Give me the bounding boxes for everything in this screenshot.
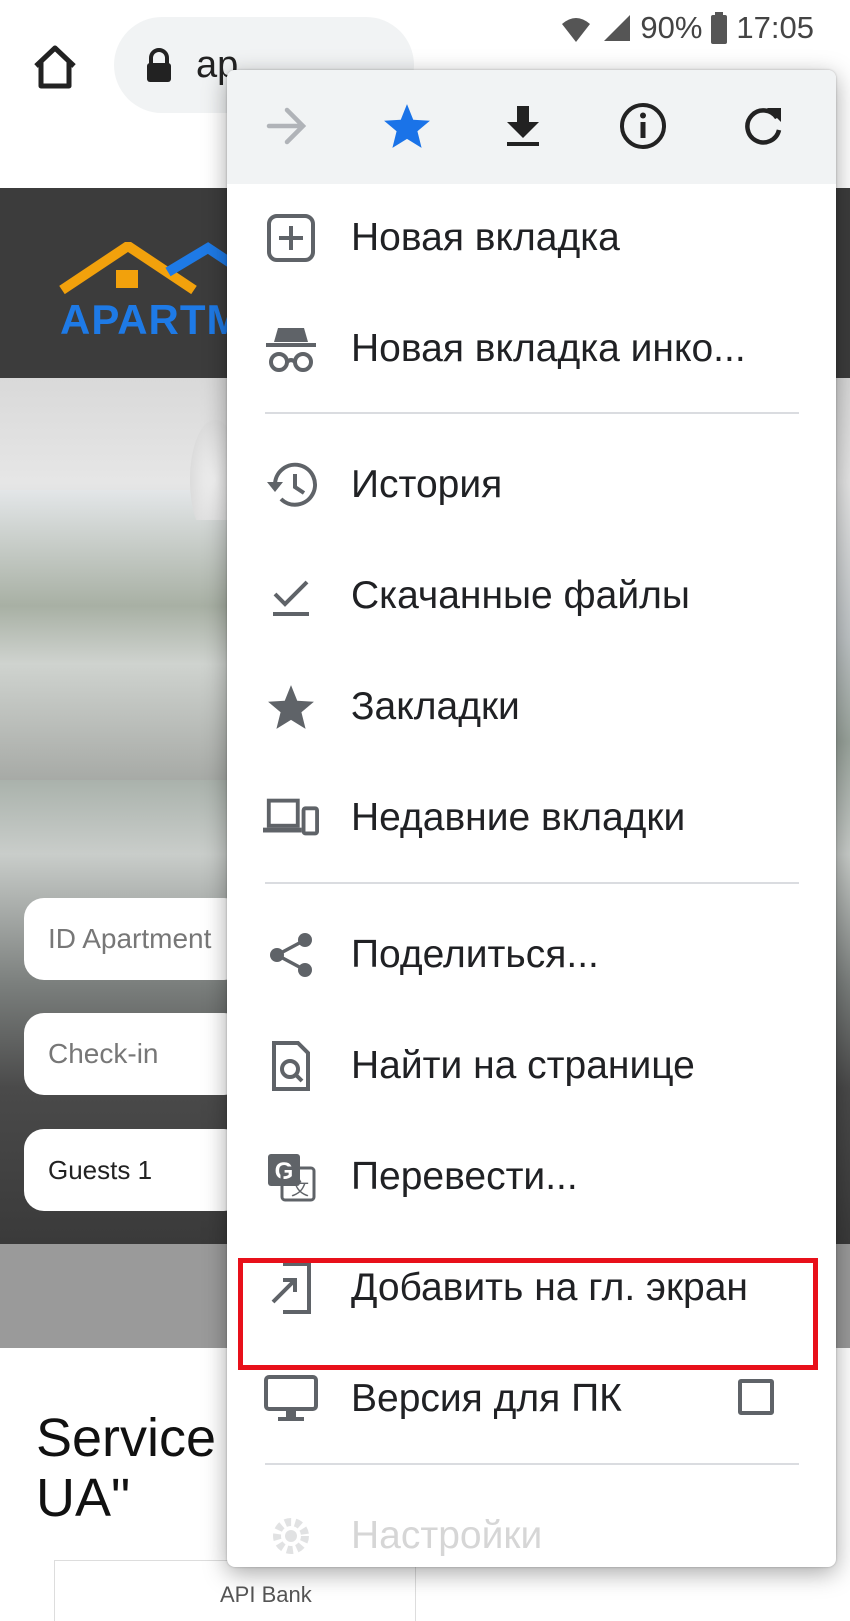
menu-item-label: Новая вкладка: [351, 216, 620, 259]
battery-icon: [710, 12, 728, 44]
hero-window: [0, 490, 240, 780]
menu-item-label: Недавние вкладки: [351, 796, 686, 839]
menu-item-label: Новая вкладка инко...: [351, 327, 746, 370]
page-info-button[interactable]: [613, 98, 673, 158]
lock-icon: [144, 48, 174, 89]
forward-icon: [265, 106, 309, 151]
download-icon: [503, 104, 543, 153]
menu-item-label: Настройки: [351, 1514, 543, 1557]
menu-item-settings[interactable]: Настройки: [227, 1480, 836, 1567]
menu-item-label: Закладки: [351, 685, 520, 728]
download-page-button[interactable]: [493, 98, 553, 158]
incognito-icon: [263, 321, 319, 377]
find-in-page-icon: [263, 1038, 319, 1094]
apartment-id-field[interactable]: ID Apartment: [24, 898, 244, 980]
menu-divider: [265, 412, 799, 414]
menu-item-label: Найти на странице: [351, 1044, 695, 1087]
svg-text:文: 文: [291, 1179, 309, 1199]
recent-tabs-icon: [263, 790, 319, 846]
service-title-line2: UA": [36, 1468, 131, 1528]
info-icon: [619, 102, 667, 155]
logo-text: APARTM: [60, 296, 243, 343]
desktop-icon: [263, 1371, 319, 1427]
new-tab-icon: [263, 210, 319, 266]
signal-icon: [602, 13, 632, 43]
menu-item-history[interactable]: История: [227, 429, 836, 541]
downloads-icon: [263, 568, 319, 624]
home-icon: [30, 45, 80, 96]
menu-divider: [265, 882, 799, 884]
translate-icon: G 文: [263, 1149, 319, 1205]
menu-divider: [265, 1463, 799, 1465]
bookmarks-star-icon: [263, 679, 319, 735]
menu-item-label: Перевести...: [351, 1155, 578, 1198]
menu-item-label: История: [351, 463, 503, 506]
home-button[interactable]: [30, 42, 80, 92]
forward-button[interactable]: [257, 98, 317, 158]
service-title: Service UA": [36, 1408, 216, 1528]
menu-item-find-in-page[interactable]: Найти на странице: [227, 1010, 836, 1122]
menu-item-new-tab[interactable]: Новая вкладка: [227, 182, 836, 294]
battery-percent: 90%: [640, 10, 703, 45]
reload-icon: [741, 104, 785, 153]
service-title-line1: Service: [36, 1408, 217, 1468]
menu-item-label: Поделиться...: [351, 933, 599, 976]
bank-text: API Bank: [220, 1582, 312, 1607]
menu-item-downloads[interactable]: Скачанные файлы: [227, 540, 836, 652]
menu-item-share[interactable]: Поделиться...: [227, 899, 836, 1011]
menu-icon-row: [227, 70, 836, 184]
clock: 17:05: [736, 10, 814, 45]
desktop-site-checkbox[interactable]: [738, 1379, 774, 1415]
checkin-field[interactable]: Check-in: [24, 1013, 244, 1095]
bookmark-button[interactable]: [377, 98, 437, 158]
menu-item-recent-tabs[interactable]: Недавние вкладки: [227, 762, 836, 874]
history-icon: [263, 457, 319, 513]
menu-item-label: Скачанные файлы: [351, 574, 690, 617]
reload-button[interactable]: [733, 98, 793, 158]
settings-icon: [263, 1508, 319, 1564]
share-icon: [263, 927, 319, 983]
menu-item-incognito-tab[interactable]: Новая вкладка инко...: [227, 293, 836, 405]
highlight-box: [238, 1258, 818, 1370]
menu-item-bookmarks[interactable]: Закладки: [227, 651, 836, 763]
guests-field[interactable]: Guests 1: [24, 1129, 244, 1211]
status-indicators: 90% 17:05: [558, 10, 814, 46]
bookmark-star-icon: [382, 102, 432, 155]
wifi-icon: [558, 12, 594, 44]
menu-item-translate[interactable]: G 文 Перевести...: [227, 1121, 836, 1233]
